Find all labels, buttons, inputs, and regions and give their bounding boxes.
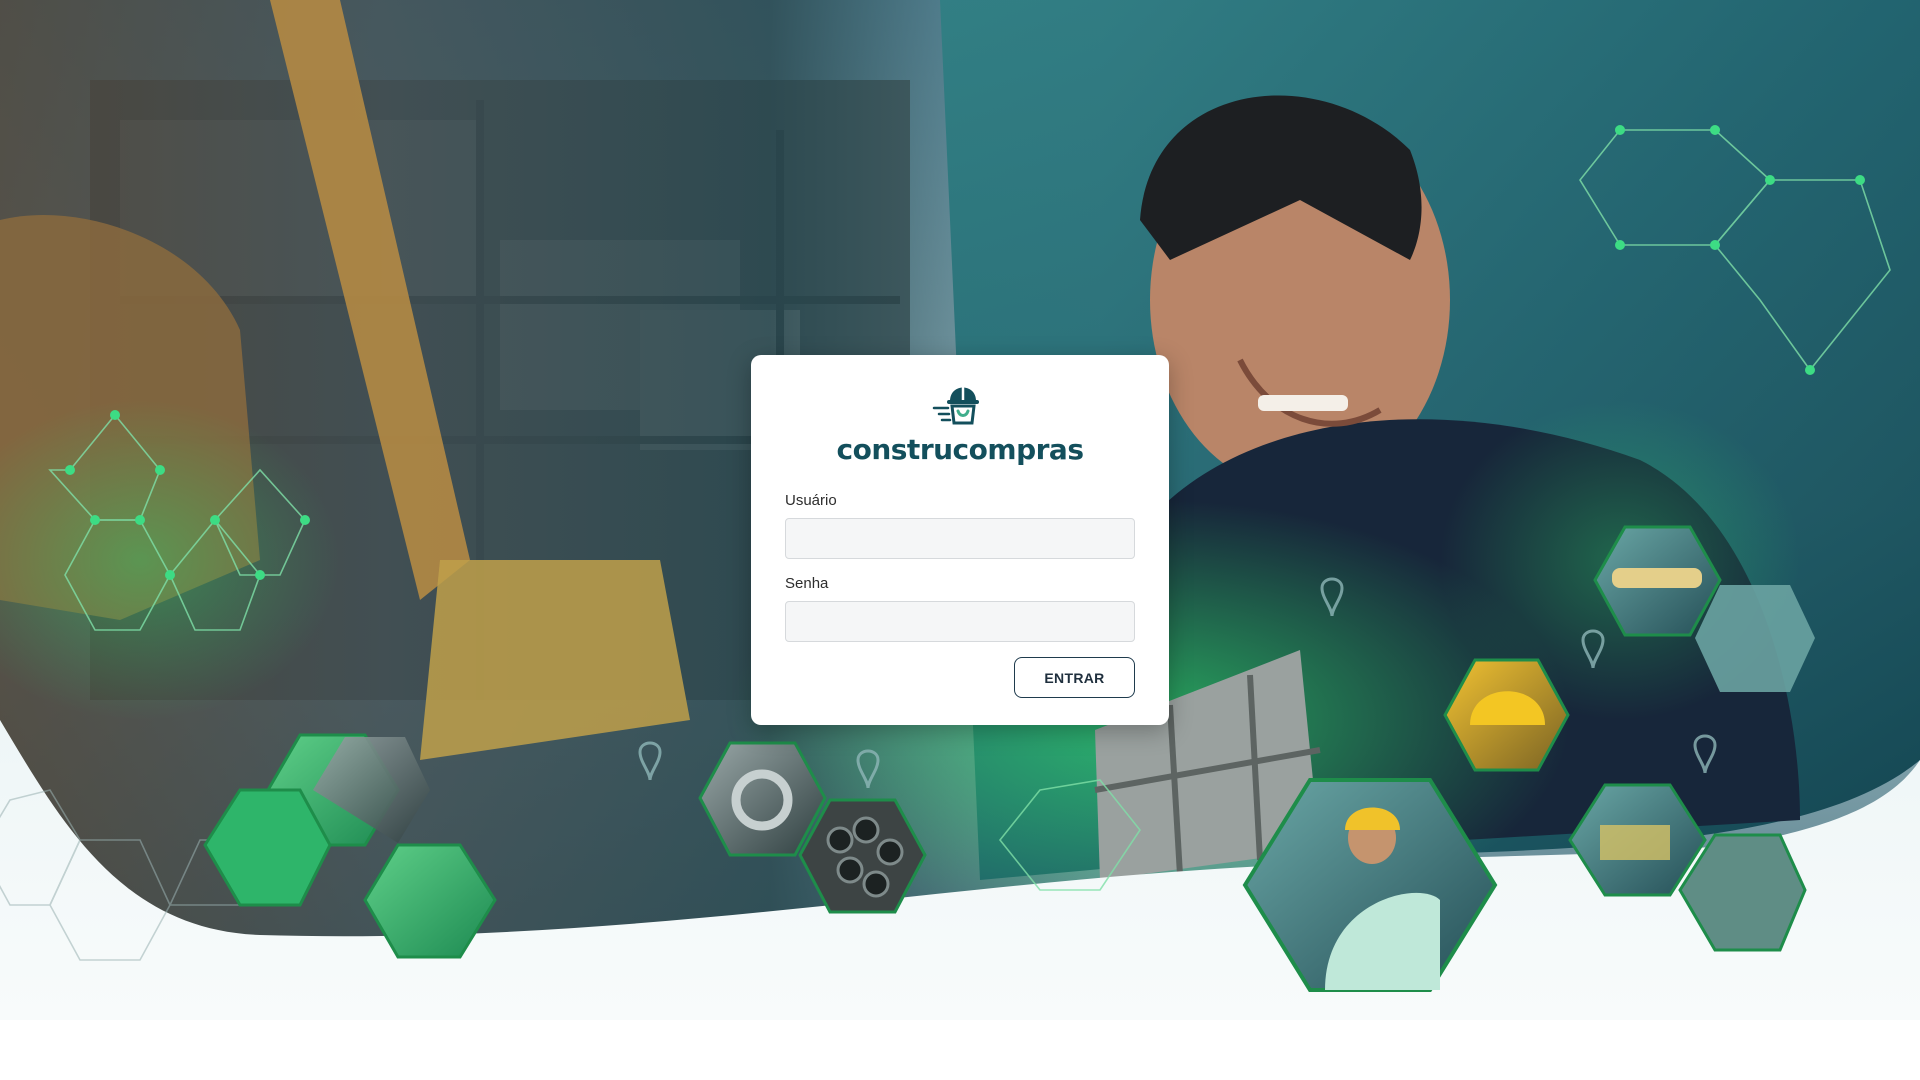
- password-input[interactable]: [785, 601, 1135, 642]
- brand-name: construcompras: [836, 433, 1084, 466]
- password-label: Senha: [785, 575, 829, 592]
- delivery-helmet-icon: [932, 386, 979, 425]
- brand-logo: construcompras: [785, 377, 1135, 466]
- username-input[interactable]: [785, 518, 1135, 559]
- login-submit-button[interactable]: ENTRAR: [1014, 657, 1135, 698]
- form-actions: ENTRAR: [785, 657, 1135, 698]
- login-page: construcompras Usuário Senha ENTRAR: [0, 0, 1920, 1080]
- username-label: Usuário: [785, 492, 837, 509]
- login-card: construcompras Usuário Senha ENTRAR: [751, 355, 1169, 725]
